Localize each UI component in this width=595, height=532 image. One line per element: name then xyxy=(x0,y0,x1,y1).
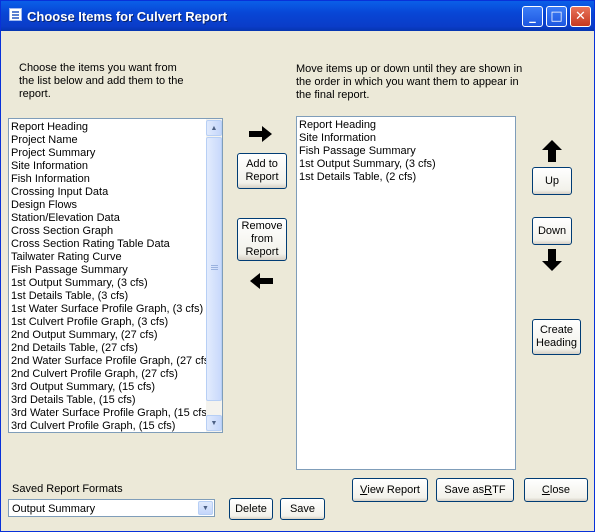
list-item[interactable]: Design Flows xyxy=(9,199,206,212)
save-rtf-label-pre: Save as xyxy=(444,483,485,496)
report-items-list[interactable]: Report Heading Site Information Fish Passa… xyxy=(296,116,516,470)
list-item[interactable]: Cross Section Rating Table Data xyxy=(9,238,206,251)
minimize-button[interactable]: _ xyxy=(522,6,543,27)
list-item[interactable]: 3rd Details Table, (15 cfs) xyxy=(9,394,206,407)
list-item[interactable]: Site Information xyxy=(297,132,513,145)
list-item[interactable]: 2nd Details Table, (27 cfs) xyxy=(9,342,206,355)
view-report-accel: V xyxy=(360,483,368,496)
save-format-button[interactable]: Save xyxy=(280,498,325,520)
list-item[interactable]: 1st Details Table, (3 cfs) xyxy=(9,290,206,303)
save-rtf-accel: R xyxy=(484,483,493,496)
move-up-button[interactable]: Up xyxy=(532,167,572,195)
scroll-down-button[interactable]: ▼ xyxy=(206,415,222,431)
arrow-up-icon xyxy=(542,140,562,162)
saved-formats-dropdown[interactable]: Output Summary ▼ xyxy=(8,499,215,517)
report-icon xyxy=(9,8,22,21)
list-item[interactable]: Report Heading xyxy=(9,121,206,134)
create-heading-button[interactable]: Create Heading xyxy=(532,319,581,355)
scroll-up-button[interactable]: ▲ xyxy=(206,120,222,136)
remove-from-report-button[interactable]: Remove from Report xyxy=(237,218,287,261)
left-instructions: Choose the items you want from the list … xyxy=(19,62,184,100)
list-item[interactable]: Project Summary xyxy=(9,147,206,160)
saved-formats-label: Saved Report Formats xyxy=(12,483,123,495)
title-bar[interactable]: Choose Items for Culvert Report _ □ ✕ xyxy=(1,1,594,31)
list-item[interactable]: Fish Information xyxy=(9,173,206,186)
list-item[interactable]: Project Name xyxy=(9,134,206,147)
list-item[interactable]: 3rd Output Summary, (15 cfs) xyxy=(9,381,206,394)
list-item[interactable]: Crossing Input Data xyxy=(9,186,206,199)
close-accel: C xyxy=(541,483,550,496)
list-item[interactable]: 3rd Culvert Profile Graph, (15 cfs) xyxy=(9,420,206,432)
list-item[interactable]: 1st Details Table, (2 cfs) xyxy=(297,171,513,184)
available-items-container: Report Heading Project Name Project Summar… xyxy=(9,121,213,432)
right-instructions: Move items up or down until they are sho… xyxy=(296,63,523,101)
move-down-button[interactable]: Down xyxy=(532,217,572,245)
list-item[interactable]: Site Information xyxy=(9,160,206,173)
arrow-down-icon xyxy=(542,249,562,271)
arrow-left-icon xyxy=(250,273,273,289)
maximize-button[interactable]: □ xyxy=(546,6,567,27)
save-rtf-label-post: TF xyxy=(492,483,506,496)
list-item[interactable]: 3rd Water Surface Profile Graph, (15 cfs… xyxy=(9,407,211,420)
list-item[interactable]: Fish Passage Summary xyxy=(9,264,206,277)
list-item[interactable]: 2nd Culvert Profile Graph, (27 cfs) xyxy=(9,368,206,381)
close-button[interactable]: Close xyxy=(524,478,588,502)
list-item[interactable]: 2nd Output Summary, (27 cfs) xyxy=(9,329,206,342)
close-window-button[interactable]: ✕ xyxy=(570,6,591,27)
available-list-scrollbar[interactable]: ▲ ▼ xyxy=(206,119,222,432)
arrow-right-icon xyxy=(249,126,272,142)
saved-formats-value: Output Summary xyxy=(12,503,96,515)
close-label: lose xyxy=(549,483,571,496)
add-to-report-button[interactable]: Add to Report xyxy=(237,153,287,189)
list-item[interactable]: Cross Section Graph xyxy=(9,225,206,238)
list-item[interactable]: Report Heading xyxy=(297,119,513,132)
window-title: Choose Items for Culvert Report xyxy=(27,9,228,24)
list-item[interactable]: 1st Culvert Profile Graph, (3 cfs) xyxy=(9,316,206,329)
list-item[interactable]: Station/Elevation Data xyxy=(9,212,206,225)
view-report-label: iew Report xyxy=(367,483,420,496)
chevron-down-icon[interactable]: ▼ xyxy=(198,501,213,515)
available-items-list[interactable]: Report Heading Project Name Project Summar… xyxy=(8,118,223,433)
scroll-grip xyxy=(211,265,218,266)
list-item[interactable]: 1st Water Surface Profile Graph, (3 cfs) xyxy=(9,303,206,316)
scroll-thumb[interactable] xyxy=(206,137,222,401)
save-as-rtf-button[interactable]: Save as R TF xyxy=(436,478,514,502)
scroll-grip xyxy=(211,269,218,270)
list-item[interactable]: 1st Output Summary, (3 cfs) xyxy=(9,277,206,290)
list-item[interactable]: 1st Output Summary, (3 cfs) xyxy=(297,158,513,171)
scroll-grip xyxy=(211,267,218,268)
list-item[interactable]: Fish Passage Summary xyxy=(297,145,513,158)
report-items-container: Report Heading Site Information Fish Passa… xyxy=(297,119,513,184)
delete-format-button[interactable]: Delete xyxy=(229,498,273,520)
list-item[interactable]: 2nd Water Surface Profile Graph, (27 cfs… xyxy=(9,355,213,368)
dialog-window: Choose Items for Culvert Report _ □ ✕ Ch… xyxy=(0,0,595,532)
list-item[interactable]: Tailwater Rating Curve xyxy=(9,251,206,264)
view-report-button[interactable]: View Report xyxy=(352,478,428,502)
